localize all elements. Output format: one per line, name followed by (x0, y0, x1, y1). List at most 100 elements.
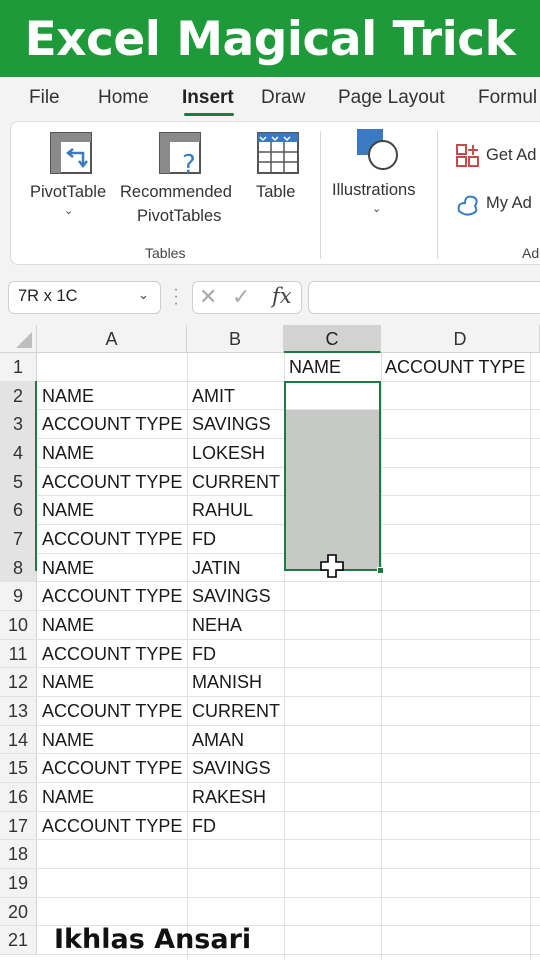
row-header[interactable]: 12 (0, 668, 37, 698)
recommended-pivot-label-2[interactable]: PivotTables (137, 204, 221, 228)
cell-a5[interactable]: ACCOUNT TYPE (42, 468, 182, 496)
ribbon-separator (320, 131, 321, 259)
cell-a6[interactable]: NAME (42, 496, 94, 524)
cell-a7[interactable]: ACCOUNT TYPE (42, 525, 182, 553)
name-box-chevron-icon[interactable]: ⌄ (138, 287, 149, 303)
cell-a16[interactable]: NAME (42, 783, 94, 811)
active-tab-indicator (184, 113, 234, 116)
row-header[interactable]: 1 (0, 353, 37, 382)
row-header[interactable]: 19 (0, 869, 37, 898)
column-header-a[interactable]: A (37, 325, 187, 353)
cell-b9[interactable]: SAVINGS (192, 582, 271, 610)
tab-home[interactable]: Home (98, 87, 149, 109)
cell-a12[interactable]: NAME (42, 668, 94, 696)
row-header[interactable]: 17 (0, 811, 37, 841)
cell-select-cursor-icon (320, 554, 344, 578)
row-header[interactable]: 2 (0, 381, 37, 411)
cell-b14[interactable]: AMAN (192, 726, 244, 754)
column-header-c[interactable]: C (284, 325, 381, 353)
fill-handle[interactable] (377, 567, 384, 574)
tab-insert[interactable]: Insert (182, 87, 234, 109)
row-header[interactable]: 8 (0, 553, 37, 583)
addins-group-label: Ad (522, 245, 540, 261)
cell-b15[interactable]: SAVINGS (192, 754, 271, 782)
row-header[interactable]: 16 (0, 783, 37, 812)
cell-a17[interactable]: ACCOUNT TYPE (42, 812, 182, 840)
selected-rows-indicator (35, 381, 37, 571)
pivot-table-label[interactable]: PivotTable (30, 180, 106, 204)
cell-b10[interactable]: NEHA (192, 611, 242, 639)
row-header[interactable]: 13 (0, 697, 37, 726)
tab-file[interactable]: File (29, 87, 60, 109)
pivot-table-chevron-icon[interactable]: ⌄ (64, 204, 73, 217)
insert-function-icon[interactable]: fx (272, 284, 292, 308)
enter-icon[interactable]: ✓ (232, 284, 250, 310)
row-header[interactable]: 18 (0, 840, 37, 870)
row-header[interactable]: 7 (0, 525, 37, 554)
row-header[interactable]: 21 (0, 926, 37, 956)
cell-a15[interactable]: ACCOUNT TYPE (42, 754, 182, 782)
cell-a2[interactable]: NAME (42, 382, 94, 410)
recommended-pivot-icon[interactable]: ? (158, 131, 206, 177)
row-header[interactable]: 11 (0, 639, 37, 669)
cell-b7[interactable]: FD (192, 525, 216, 553)
recommended-pivot-label-1[interactable]: Recommended (120, 180, 232, 204)
tab-draw[interactable]: Draw (261, 87, 305, 109)
cell-b13[interactable]: CURRENT (192, 697, 280, 725)
my-addins-icon[interactable] (455, 191, 481, 217)
cell-c1[interactable]: NAME (289, 353, 341, 381)
my-addins-label[interactable]: My Ad (486, 191, 532, 215)
row-header[interactable]: 10 (0, 611, 37, 640)
pivot-table-icon[interactable] (49, 131, 93, 175)
cancel-icon[interactable]: ✕ (199, 284, 217, 310)
get-addins-label[interactable]: Get Ad (486, 143, 536, 167)
cell-b16[interactable]: RAKESH (192, 783, 266, 811)
title-banner: Excel Magical Trick (0, 0, 540, 77)
cell-b11[interactable]: FD (192, 640, 216, 668)
cell-b3[interactable]: SAVINGS (192, 410, 271, 438)
row-header[interactable]: 9 (0, 582, 37, 612)
column-header-d[interactable]: D (381, 325, 540, 353)
cell-a8[interactable]: NAME (42, 554, 94, 582)
get-addins-icon[interactable] (455, 143, 481, 169)
cell-a14[interactable]: NAME (42, 726, 94, 754)
select-all-icon[interactable] (16, 332, 32, 348)
tab-formulas[interactable]: Formul (478, 87, 537, 109)
selected-range[interactable] (284, 381, 381, 571)
illustrations-label[interactable]: Illustrations (332, 178, 415, 202)
illustrations-chevron-icon[interactable]: ⌄ (372, 202, 381, 215)
svg-text:?: ? (182, 150, 196, 177)
cell-b6[interactable]: RAHUL (192, 496, 253, 524)
cell-b17[interactable]: FD (192, 812, 216, 840)
cell-b12[interactable]: MANISH (192, 668, 262, 696)
row-header[interactable]: 20 (0, 897, 37, 927)
cell-a11[interactable]: ACCOUNT TYPE (42, 640, 182, 668)
tab-page-layout[interactable]: Page Layout (338, 87, 445, 109)
row-header[interactable]: 15 (0, 754, 37, 784)
formula-input[interactable] (308, 281, 540, 314)
table-label[interactable]: Table (256, 180, 295, 204)
column-header-b[interactable]: B (187, 325, 284, 353)
cell-a10[interactable]: NAME (42, 611, 94, 639)
cell-b2[interactable]: AMIT (192, 382, 235, 410)
cell-b5[interactable]: CURRENT (192, 468, 280, 496)
cell-a13[interactable]: ACCOUNT TYPE (42, 697, 182, 725)
cell-b4[interactable]: LOKESH (192, 439, 265, 467)
cell-d1[interactable]: ACCOUNT TYPE (385, 353, 525, 381)
watermark: Ikhlas Ansari (54, 924, 252, 955)
row-header[interactable]: 5 (0, 467, 37, 497)
row-header[interactable]: 14 (0, 725, 37, 755)
cell-a9[interactable]: ACCOUNT TYPE (42, 582, 182, 610)
row-header[interactable]: 4 (0, 439, 37, 468)
row-header[interactable]: 6 (0, 496, 37, 525)
cell-a4[interactable]: NAME (42, 439, 94, 467)
gridline (381, 353, 382, 960)
cell-a3[interactable]: ACCOUNT TYPE (42, 410, 182, 438)
gridline (187, 353, 188, 960)
name-box-value: 7R x 1C (18, 287, 78, 305)
cell-b8[interactable]: JATIN (192, 554, 241, 582)
row-header[interactable]: 3 (0, 410, 37, 439)
illustrations-icon[interactable] (355, 127, 403, 175)
table-icon[interactable] (256, 131, 300, 175)
formula-bar-grip-icon[interactable]: · · · (173, 282, 179, 312)
